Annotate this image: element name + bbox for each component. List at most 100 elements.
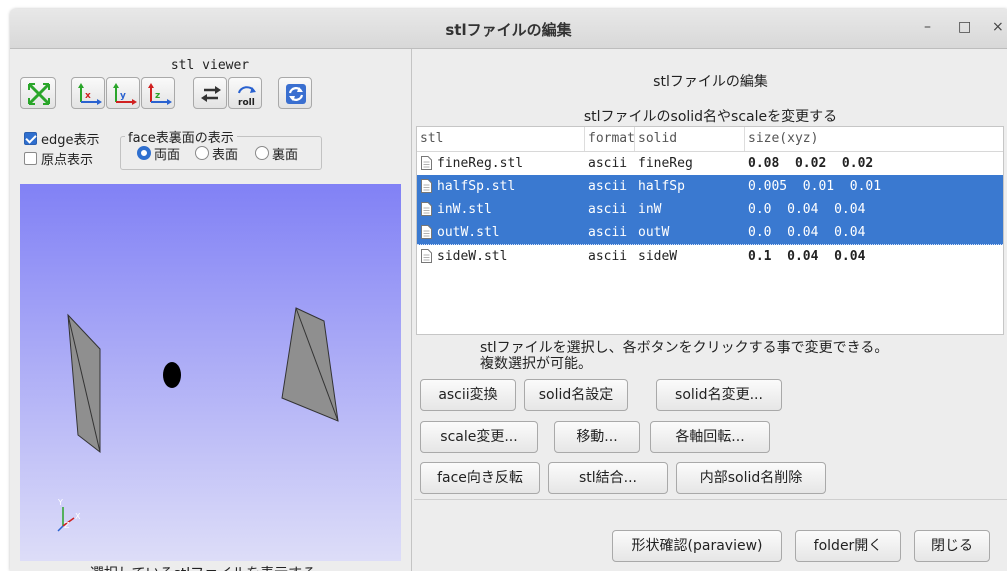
cell-solid: outW <box>638 225 670 240</box>
col-header-stl[interactable]: stl <box>417 127 585 151</box>
viewer-title: stl viewer <box>170 58 250 73</box>
cell-stl: halfSp.stl <box>437 179 516 194</box>
cell-format: ascii <box>588 225 628 240</box>
view-y-axis-button[interactable]: y <box>106 77 140 109</box>
col-header-format[interactable]: format <box>585 127 635 151</box>
instruction-line-2: 複数選択が可能。 <box>480 356 592 372</box>
axis-y-label: Y <box>57 498 63 507</box>
file-icon <box>421 156 432 170</box>
viewer-footer: 選択しているstlファイルを表示する。 <box>10 563 410 571</box>
change-solid-name-button[interactable]: solid名変更... <box>656 379 782 411</box>
view-z-axis-button[interactable]: z <box>141 77 175 109</box>
flip-face-button[interactable]: face向き反転 <box>420 462 540 494</box>
origin-label: 原点表示 <box>41 153 94 168</box>
fit-view-button[interactable] <box>20 77 56 109</box>
viewer-pane: stl viewer x y z roll edge表示 原点表示 face表裏… <box>10 49 410 571</box>
delete-inner-solid-button[interactable]: 内部solid名削除 <box>676 462 826 494</box>
ascii-convert-button[interactable]: ascii変換 <box>420 379 516 411</box>
cell-format: ascii <box>588 249 628 264</box>
roll-button[interactable]: roll <box>228 77 262 109</box>
close-button[interactable]: 閉じる <box>914 530 990 562</box>
cell-size: 0.0 0.04 0.04 <box>748 225 866 240</box>
window-title: stlファイルの編集 <box>445 21 572 39</box>
cell-stl: sideW.stl <box>437 249 508 264</box>
edge-label: edge表示 <box>41 133 100 148</box>
file-icon <box>421 202 432 216</box>
pane-divider[interactable] <box>411 49 412 571</box>
stl-3d-viewport[interactable]: Y X Z <box>20 184 401 561</box>
table-row[interactable]: inW.stl ascii inW 0.0 0.04 0.04 <box>417 198 1003 221</box>
editor-header: stlファイルの編集 <box>653 74 768 90</box>
move-button[interactable]: 移動... <box>554 421 640 453</box>
close-window-button[interactable]: × <box>992 19 1004 35</box>
origin-checkbox[interactable] <box>24 152 37 165</box>
view-x-axis-icon: x <box>78 83 102 105</box>
reload-icon <box>286 84 306 104</box>
view-y-axis-icon: y <box>113 83 137 105</box>
file-icon <box>421 179 432 193</box>
maximize-button[interactable]: □ <box>958 19 971 35</box>
change-scale-button[interactable]: scale変更... <box>420 421 538 453</box>
cell-stl: fineReg.stl <box>437 156 524 171</box>
table-row[interactable]: halfSp.stl ascii halfSp 0.005 0.01 0.01 <box>417 175 1003 198</box>
cell-size: 0.0 0.04 0.04 <box>748 202 866 217</box>
cell-solid: inW <box>638 202 662 217</box>
cell-stl: outW.stl <box>437 225 500 240</box>
view-x-axis-button[interactable]: x <box>71 77 105 109</box>
title-bar: stlファイルの編集 – □ × <box>10 9 1007 49</box>
reload-button[interactable] <box>278 77 312 109</box>
table-row[interactable]: sideW.stl ascii sideW 0.1 0.04 0.04 <box>417 245 1003 268</box>
table-row[interactable]: fineReg.stl ascii fineReg 0.08 0.02 0.02 <box>417 152 1003 175</box>
svg-text:z: z <box>155 91 160 101</box>
face-front-radio[interactable] <box>195 146 209 160</box>
roll-label: roll <box>238 98 255 108</box>
editor-subheader: stlファイルのsolid名やscaleを変更する <box>583 109 838 125</box>
half-sphere-shape <box>163 362 181 388</box>
merge-stl-button[interactable]: stl結合... <box>548 462 668 494</box>
stl-model-render: Y X Z <box>57 307 339 532</box>
rotate-axes-button[interactable]: 各軸回転... <box>650 421 770 453</box>
roll-icon: roll <box>238 86 256 108</box>
fit-view-icon <box>27 82 51 106</box>
face-both-label: 両面 <box>154 148 181 163</box>
cell-format: ascii <box>588 202 628 217</box>
face-back-label: 裏面 <box>272 148 299 163</box>
bottom-separator <box>414 499 1007 500</box>
cell-size: 0.08 0.02 0.02 <box>748 156 874 171</box>
cell-solid: sideW <box>638 249 678 264</box>
open-folder-button[interactable]: folder開く <box>795 530 901 562</box>
paraview-check-button[interactable]: 形状確認(paraview) <box>612 530 782 562</box>
reverse-view-button[interactable] <box>193 77 227 109</box>
face-back-radio[interactable] <box>255 146 269 160</box>
cell-format: ascii <box>588 179 628 194</box>
cell-format: ascii <box>588 156 628 171</box>
edge-checkbox[interactable] <box>24 132 37 145</box>
cell-solid: fineReg <box>638 156 693 171</box>
minimize-button[interactable]: – <box>924 19 931 35</box>
instruction-line-1: stlファイルを選択し、各ボタンをクリックする事で変更できる。 <box>480 340 889 356</box>
set-solid-name-button[interactable]: solid名設定 <box>524 379 628 411</box>
cell-solid: halfSp <box>638 179 685 194</box>
main-window: stlファイルの編集 – □ × stl viewer x y z roll e… <box>10 9 1007 571</box>
col-header-size[interactable]: size(xyz) <box>745 127 1003 151</box>
face-front-label: 表面 <box>212 148 239 163</box>
file-icon <box>421 249 432 263</box>
axis-triad: Y X Z <box>57 498 81 532</box>
cell-size: 0.005 0.01 0.01 <box>748 179 882 194</box>
stl-file-table[interactable]: stl format solid size(xyz) fineReg.stl a… <box>416 126 1004 335</box>
file-icon <box>421 225 432 239</box>
axis-z-label: Z <box>64 521 70 530</box>
col-header-solid[interactable]: solid <box>635 127 745 151</box>
outlet-wall-shape <box>281 307 339 422</box>
editor-pane: stlファイルの編集 stlファイルのsolid名やscaleを変更する stl… <box>414 49 1007 571</box>
view-z-axis-icon: z <box>148 83 172 105</box>
svg-text:y: y <box>120 91 126 101</box>
table-row[interactable]: outW.stl ascii outW 0.0 0.04 0.04 <box>417 221 1003 245</box>
cell-stl: inW.stl <box>437 202 492 217</box>
face-both-radio[interactable] <box>137 146 151 160</box>
reverse-view-icon <box>201 86 221 102</box>
cell-size: 0.1 0.04 0.04 <box>748 249 866 264</box>
instruction-text: stlファイルを選択し、各ボタンをクリックする事で変更できる。 複数選択が可能。 <box>480 340 888 372</box>
axis-x-label: X <box>75 512 81 521</box>
svg-text:x: x <box>85 91 91 101</box>
